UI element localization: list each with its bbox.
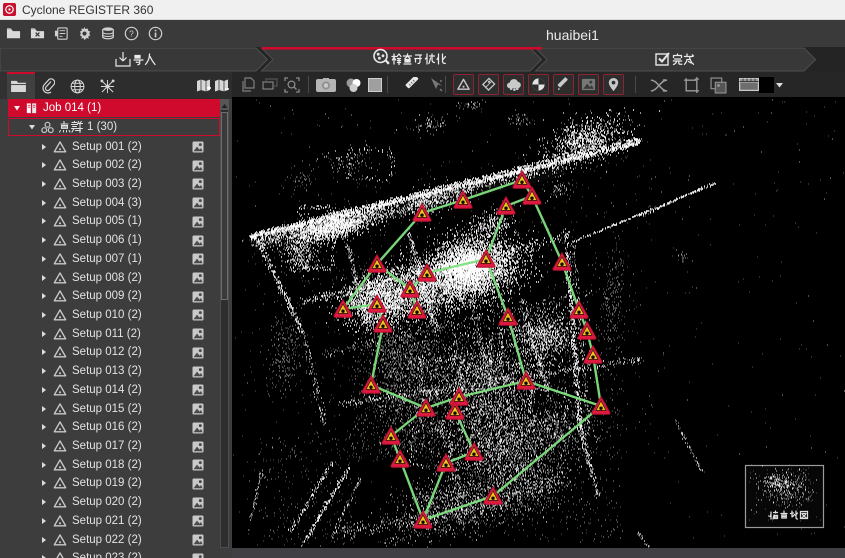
svg-text:?: ? (129, 29, 134, 39)
